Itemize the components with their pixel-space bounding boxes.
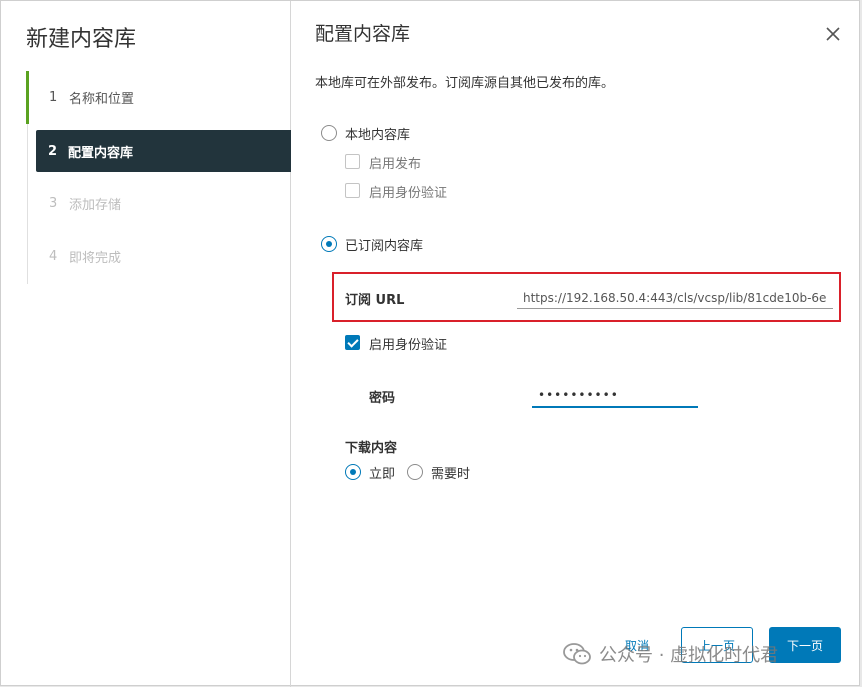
step-label: 即将完成 xyxy=(69,251,122,266)
wizard-content: 配置内容库 本地库可在外部发布。订阅库源自其他已发布的库。 本地内容库 启用发布… xyxy=(292,1,861,687)
subscribed-enable-auth-label: 启用身份验证 xyxy=(369,338,448,353)
password-label: 密码 xyxy=(369,391,396,406)
new-content-library-dialog: 新建内容库 1 名称和位置 2 配置内容库 3 添加存储 4 即将完成 配置内容… xyxy=(0,0,861,687)
subscribed-library-radio[interactable] xyxy=(321,236,337,252)
enable-publish-checkbox[interactable] xyxy=(345,154,360,169)
local-enable-auth-label: 启用身份验证 xyxy=(369,186,448,201)
step-number: 1 xyxy=(49,90,58,105)
wizard-title: 新建内容库 xyxy=(26,27,137,52)
page-description: 本地库可在外部发布。订阅库源自其他已发布的库。 xyxy=(315,76,615,91)
wizard-steps: 1 名称和位置 2 配置内容库 3 添加存储 4 即将完成 xyxy=(26,71,291,284)
wizard-sidebar: 新建内容库 1 名称和位置 2 配置内容库 3 添加存储 4 即将完成 xyxy=(1,1,291,687)
step-add-storage: 3 添加存储 xyxy=(28,177,291,230)
subscription-url-input[interactable]: https://192.168.50.4:443/cls/vcsp/lib/81… xyxy=(517,289,833,309)
subscribed-library-label[interactable]: 已订阅内容库 xyxy=(345,235,423,254)
step-number: 4 xyxy=(49,249,58,264)
local-library-radio[interactable] xyxy=(321,125,337,141)
download-when-needed-radio[interactable] xyxy=(407,464,423,480)
subscription-url-label: 订阅 URL xyxy=(345,293,405,308)
download-content-label: 下载内容 xyxy=(345,441,398,456)
step-number: 2 xyxy=(48,143,58,159)
local-library-label[interactable]: 本地内容库 xyxy=(345,124,410,143)
watermark: 公众号 · 虚拟化时代君 xyxy=(563,641,778,667)
step-label: 添加存储 xyxy=(69,198,122,213)
local-enable-auth-checkbox[interactable] xyxy=(345,183,360,198)
download-immediately-label[interactable]: 立即 xyxy=(369,463,395,482)
step-number: 3 xyxy=(49,196,58,211)
next-button[interactable]: 下一页 xyxy=(769,627,841,663)
step-label: 名称和位置 xyxy=(69,92,135,107)
download-when-needed-label[interactable]: 需要时 xyxy=(431,463,470,482)
download-immediately-radio[interactable] xyxy=(345,464,361,480)
step-label: 配置内容库 xyxy=(68,145,134,161)
subscription-url-highlight: 订阅 URL https://192.168.50.4:443/cls/vcsp… xyxy=(332,272,841,322)
step-name-location[interactable]: 1 名称和位置 xyxy=(26,71,291,124)
watermark-text: 公众号 · 虚拟化时代君 xyxy=(599,645,779,666)
close-icon[interactable] xyxy=(825,26,841,42)
enable-publish-label: 启用发布 xyxy=(369,157,422,172)
page-title: 配置内容库 xyxy=(315,23,411,45)
step-configure-library[interactable]: 2 配置内容库 xyxy=(36,130,291,172)
step-ready-to-complete: 4 即将完成 xyxy=(28,230,291,283)
wechat-icon xyxy=(563,643,591,665)
subscribed-enable-auth-checkbox[interactable] xyxy=(345,335,360,350)
password-input[interactable]: •••••••••• xyxy=(532,384,698,408)
